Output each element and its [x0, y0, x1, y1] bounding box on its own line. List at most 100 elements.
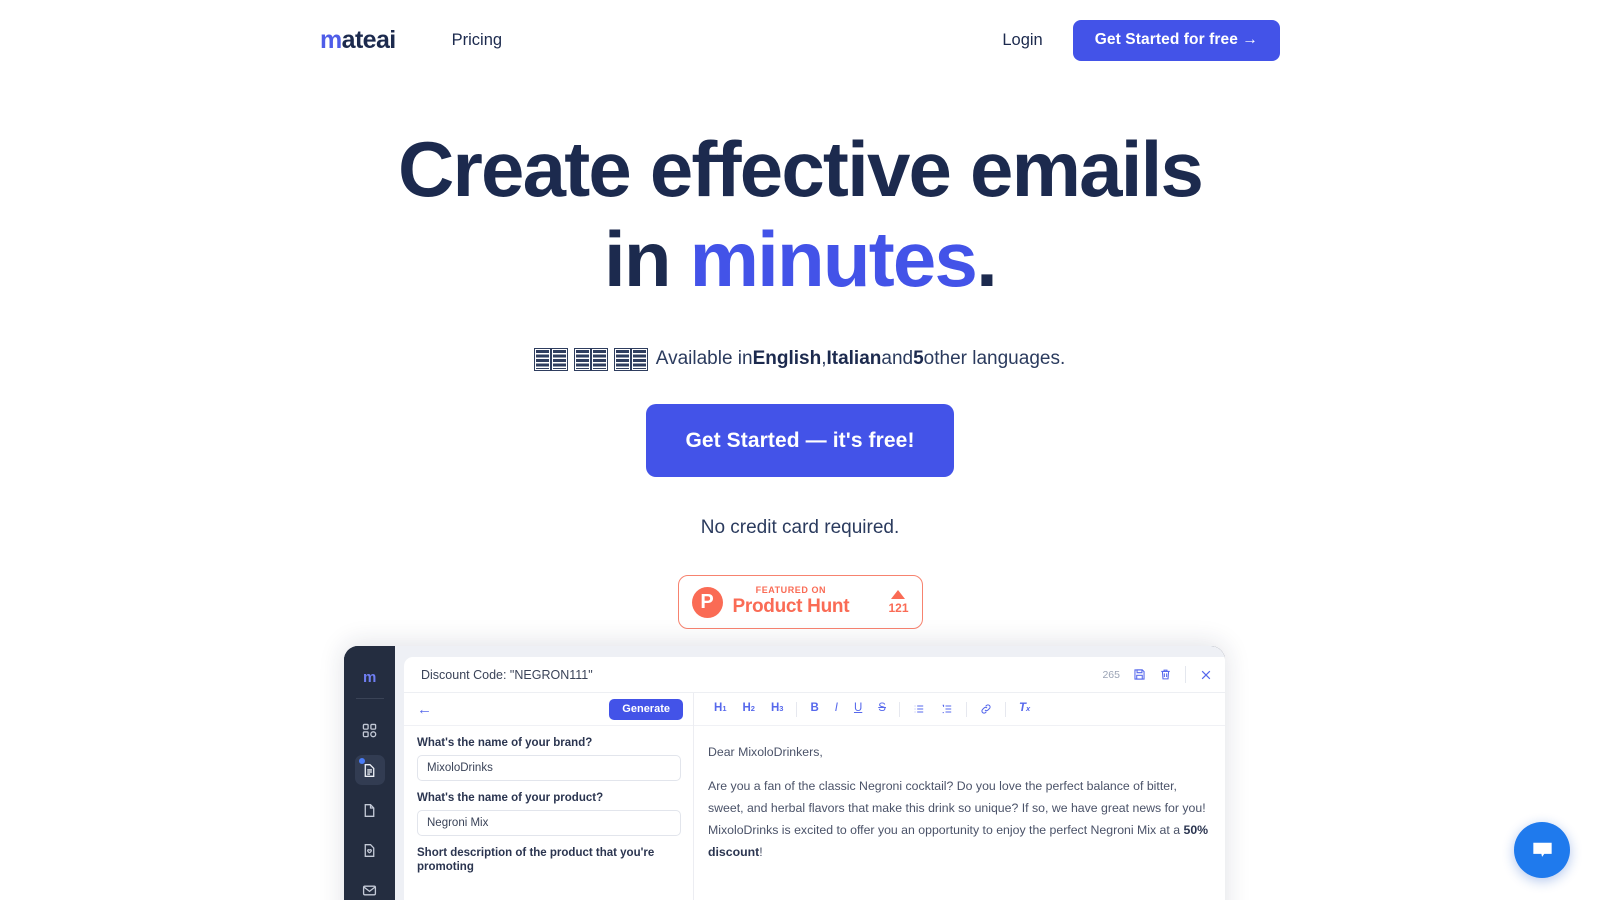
form-header: ← Generate [404, 693, 693, 726]
nav-link-pricing[interactable]: Pricing [452, 31, 502, 50]
mockup-columns: ← Generate What's the name of your brand… [404, 693, 1225, 900]
link-icon[interactable] [972, 699, 1000, 719]
brand-name-label: What's the name of your brand? [417, 737, 593, 749]
mockup-topbar: Discount Code: "NEGRON111" 265 [404, 657, 1225, 693]
languages-mid: and [881, 348, 914, 369]
product-name-input[interactable] [417, 810, 681, 837]
headline-line-2-post: . [976, 215, 998, 303]
mockup-logo-accent: m [363, 668, 376, 686]
product-hunt-badge[interactable]: P FEATURED ON Product Hunt 121 [677, 575, 923, 629]
topbar-actions: 265 [1102, 666, 1213, 683]
flag-emoji-group [533, 347, 648, 371]
languages-suffix: other languages. [923, 348, 1066, 369]
language-italian: Italian [826, 348, 882, 369]
top-navigation: mateai Pricing Login Get Started for fre… [0, 0, 1600, 80]
numbered-list-icon[interactable] [933, 699, 961, 719]
document-edit-icon [364, 763, 375, 777]
email-body-post: ! [759, 844, 763, 859]
sidebar-item-files[interactable] [355, 795, 385, 825]
brand-logo-rest: ateai [341, 25, 397, 54]
email-paragraph: Are you a fan of the classic Negroni coc… [708, 776, 1211, 864]
close-icon[interactable] [1199, 668, 1213, 682]
no-credit-card-note: No credit card required. [700, 517, 900, 538]
notification-dot-badge [358, 758, 365, 764]
form-panel: ← Generate What's the name of your brand… [404, 693, 694, 900]
app-screenshot-mockup: m Discount Code: "NEGRON111" 265 ← Gener… [344, 646, 1225, 900]
toolbar-divider [1004, 701, 1006, 717]
get-started-nav-button[interactable]: Get Started for free → [1072, 19, 1280, 61]
heading-3-button[interactable]: H3 [763, 699, 791, 719]
italic-button[interactable]: I [827, 699, 846, 719]
headline-line-2-pre: in [604, 215, 690, 303]
email-body-pre: Are you a fan of the classic Negroni coc… [708, 778, 1206, 837]
nav-right-actions: Login Get Started for free → [1002, 19, 1280, 61]
strikethrough-button[interactable]: S [870, 699, 894, 719]
chat-widget-button[interactable] [1514, 822, 1570, 878]
hero-cta-wrapper: Get Started — it's free! [0, 404, 1600, 477]
languages-prefix: Available in [655, 348, 753, 369]
landing-page: mateai Pricing Login Get Started for fre… [0, 0, 1600, 900]
clear-formatting-icon[interactable]: Tx [1011, 699, 1038, 719]
product-description-label: Short description of the product that yo… [417, 847, 655, 873]
headline-line-1: Create effective emails [397, 125, 1204, 213]
brand-logo[interactable]: mateai [320, 25, 397, 54]
toolbar-divider [1185, 666, 1186, 683]
save-icon[interactable] [1133, 668, 1146, 681]
sidebar-item-mail[interactable] [355, 875, 385, 900]
page-title: Create effective emails in minutes. [0, 130, 1600, 298]
character-count: 265 [1102, 668, 1120, 681]
chat-bubble-icon [1532, 842, 1552, 857]
mockup-card: Discount Code: "NEGRON111" 265 ← Generat… [404, 657, 1225, 900]
product-hunt-wrapper: P FEATURED ON Product Hunt 121 [0, 575, 1600, 629]
language-english: English [752, 348, 822, 369]
login-link[interactable]: Login [1002, 31, 1042, 50]
flag-icon [533, 347, 568, 371]
flag-icon [573, 347, 608, 371]
toolbar-divider [898, 701, 900, 717]
brand-name-input[interactable] [417, 755, 681, 782]
form-fields: What's the name of your brand? What's th… [404, 726, 693, 879]
heading-1-button[interactable]: H1 [706, 699, 734, 719]
file-blank-icon [364, 803, 375, 817]
languages-line: Available in English, Italian and 5 othe… [0, 347, 1600, 371]
headline-line-2: in minutes. [0, 220, 1600, 298]
flag-icon [613, 347, 648, 371]
product-name-label: What's the name of your product? [417, 792, 604, 805]
email-content[interactable]: Dear MixoloDrinkers, Are you a fan of th… [694, 726, 1225, 875]
bold-button[interactable]: B [802, 699, 826, 719]
nav-links: Pricing [452, 31, 502, 50]
sidebar-divider [355, 698, 384, 699]
editor-panel: H1 H2 H3 B I U S T x Dear MixoloDrinkers… [694, 693, 1225, 900]
get-started-hero-button[interactable]: Get Started — it's free! [646, 404, 954, 477]
sidebar-item-favorites[interactable] [355, 835, 385, 865]
mockup-sidebar-logo[interactable]: m [363, 662, 376, 692]
generate-button[interactable]: Generate [609, 698, 683, 720]
mail-icon [362, 885, 377, 895]
upvote-triangle-icon [891, 590, 906, 599]
hero-section: Create effective emails in minutes. Avai… [0, 130, 1600, 629]
headline-accent-word: minutes [689, 215, 978, 303]
email-greeting: Dear MixoloDrinkers, [708, 745, 823, 759]
product-hunt-name: Product Hunt [732, 596, 850, 618]
underline-button[interactable]: U [846, 699, 870, 719]
bullet-list-icon[interactable] [905, 699, 933, 719]
brand-logo-accent: m [320, 25, 342, 54]
toolbar-divider [796, 701, 798, 717]
product-hunt-kicker: FEATURED ON [755, 585, 827, 596]
back-arrow-icon[interactable]: ← [417, 702, 432, 717]
delete-trash-icon[interactable] [1159, 668, 1172, 681]
file-heart-icon [364, 843, 375, 857]
document-title[interactable]: Discount Code: "NEGRON111" [421, 668, 593, 682]
toolbar-divider [965, 701, 967, 717]
mockup-main-area: Discount Code: "NEGRON111" 265 ← Generat… [395, 646, 1225, 900]
sidebar-item-documents[interactable] [354, 755, 385, 785]
product-hunt-votes[interactable]: 121 [888, 590, 909, 615]
sidebar-item-dashboard[interactable] [355, 715, 385, 745]
editor-toolbar: H1 H2 H3 B I U S T x [694, 693, 1225, 726]
heading-2-button[interactable]: H2 [734, 699, 762, 719]
product-hunt-logo-icon: P [691, 586, 723, 618]
mockup-sidebar: m [344, 646, 395, 900]
language-other-count: 5 [913, 348, 924, 369]
product-hunt-text: FEATURED ON Product Hunt [732, 585, 850, 618]
product-hunt-vote-count: 121 [888, 601, 909, 615]
